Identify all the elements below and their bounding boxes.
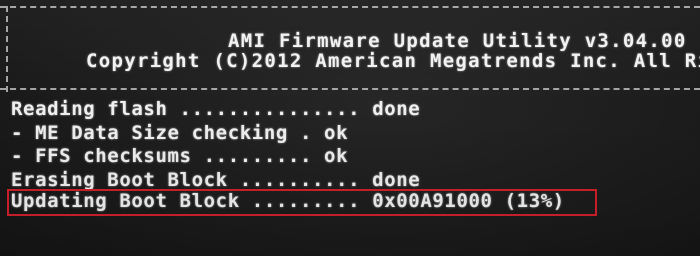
log-line-ffs-checksums: - FFS checksums ......... ok: [11, 145, 348, 167]
frame-top-border: [0, 6, 700, 8]
log-line-me-data-size: - ME Data Size checking . ok: [11, 122, 348, 144]
log-status: done: [372, 169, 421, 191]
bios-flash-screen: AMI Firmware Update Utility v3.04.00 Cop…: [0, 0, 700, 256]
log-label: - FFS checksums: [11, 145, 192, 167]
log-dots: ..........: [227, 169, 373, 191]
log-label: - ME Data Size checking: [11, 122, 288, 144]
log-dots: .........: [191, 145, 325, 167]
log-line-reading-flash: Reading flash ............... done: [11, 98, 420, 120]
log-label: Erasing Boot Block: [11, 169, 228, 191]
log-dots: .: [287, 122, 325, 144]
log-dots: ...............: [167, 98, 373, 120]
copyright-line: Copyright (C)2012 American Megatrends In…: [86, 50, 700, 72]
log-status: ok: [324, 145, 349, 167]
frame-separator: [0, 88, 700, 90]
log-status: done: [372, 98, 421, 120]
log-line-erasing-boot-block: Erasing Boot Block .......... done: [11, 169, 420, 191]
highlight-annotation-box: [7, 189, 597, 216]
utility-title: AMI Firmware Update Utility v3.04.00: [228, 30, 687, 52]
log-label: Reading flash: [11, 98, 168, 120]
log-status: ok: [324, 122, 349, 144]
frame-left-border: [6, 6, 8, 92]
